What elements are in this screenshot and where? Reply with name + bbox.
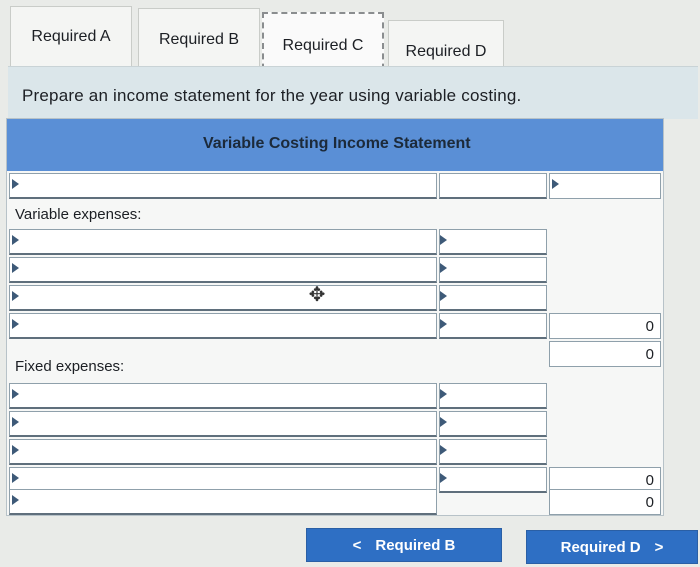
line-item-input[interactable] <box>9 173 437 199</box>
total-cell <box>549 439 661 465</box>
table-row <box>7 437 663 465</box>
previous-required-button[interactable]: < Required B <box>306 528 502 562</box>
amount-input[interactable] <box>439 411 547 437</box>
dropdown-marker-icon <box>440 445 447 455</box>
tab-required-b[interactable]: Required B <box>138 8 260 70</box>
section-label: Fixed expenses: <box>15 357 125 375</box>
fixed-expenses-label: Fixed expenses: <box>9 353 437 379</box>
dropdown-marker-icon <box>440 235 447 245</box>
dropdown-marker-icon <box>440 263 447 273</box>
instruction-text: Prepare an income statement for the year… <box>22 86 522 105</box>
table-row: 0 <box>7 487 663 515</box>
total-value: 0 <box>645 317 654 335</box>
dropdown-marker-icon <box>440 291 447 301</box>
statement-title: Variable Costing Income Statement <box>203 135 471 152</box>
line-item-input[interactable] <box>9 439 437 465</box>
dropdown-marker-icon <box>12 495 19 505</box>
table-row <box>7 409 663 437</box>
table-row <box>7 227 663 255</box>
dropdown-marker-icon <box>12 473 19 483</box>
amount-input[interactable] <box>439 439 547 465</box>
statement-header: Variable Costing Income Statement <box>7 119 663 171</box>
move-cursor-icon: ✥ <box>308 284 326 306</box>
total-output: 0 <box>549 489 661 515</box>
dropdown-marker-icon <box>12 389 19 399</box>
amount-input[interactable] <box>439 285 547 311</box>
chevron-left-icon: < <box>352 536 362 554</box>
table-row: 0 <box>7 311 663 339</box>
variable-expenses-label: Variable expenses: <box>9 201 437 227</box>
line-item-input[interactable] <box>9 383 437 409</box>
table-row: Fixed expenses: <box>7 351 663 379</box>
line-item-input[interactable] <box>9 313 437 339</box>
total-value: 0 <box>645 493 654 511</box>
previous-button-label: Required B <box>375 536 456 554</box>
line-item-input[interactable] <box>9 229 437 255</box>
table-row <box>7 381 663 409</box>
dropdown-marker-icon <box>12 319 19 329</box>
amount-input[interactable] <box>439 313 547 339</box>
dropdown-marker-icon <box>12 417 19 427</box>
total-cell <box>549 285 661 311</box>
line-item-input[interactable] <box>9 411 437 437</box>
tab-required-a[interactable]: Required A <box>10 6 132 66</box>
amount-cell <box>439 201 547 227</box>
total-value: 0 <box>645 471 654 489</box>
amount-input[interactable] <box>439 173 547 199</box>
income-statement-table: Variable Costing Income Statement Variab… <box>6 118 664 516</box>
total-cell <box>549 257 661 283</box>
dropdown-marker-icon <box>12 179 19 189</box>
dropdown-marker-icon <box>12 235 19 245</box>
amount-cell <box>439 489 547 515</box>
dropdown-marker-icon <box>440 417 447 427</box>
total-input[interactable] <box>549 173 661 199</box>
dropdown-marker-icon <box>440 319 447 329</box>
dropdown-marker-icon <box>12 263 19 273</box>
table-row <box>7 283 663 311</box>
amount-input[interactable] <box>439 383 547 409</box>
table-row <box>7 255 663 283</box>
line-item-input[interactable] <box>9 285 437 311</box>
total-cell <box>549 411 661 437</box>
dropdown-marker-icon <box>552 179 559 189</box>
total-output: 0 <box>549 313 661 339</box>
next-required-button[interactable]: Required D > <box>526 530 698 564</box>
dropdown-marker-icon <box>12 291 19 301</box>
next-button-label: Required D <box>560 538 641 556</box>
dropdown-marker-icon <box>12 445 19 455</box>
total-cell <box>549 383 661 409</box>
table-row <box>7 171 663 199</box>
section-label: Variable expenses: <box>15 205 142 223</box>
dropdown-marker-icon <box>440 473 447 483</box>
chevron-right-icon: > <box>654 538 664 556</box>
line-item-input[interactable] <box>9 257 437 283</box>
line-item-input[interactable] <box>9 489 437 515</box>
total-cell <box>549 229 661 255</box>
amount-input[interactable] <box>439 229 547 255</box>
amount-input[interactable] <box>439 257 547 283</box>
table-row: Variable expenses: <box>7 199 663 227</box>
dropdown-marker-icon <box>440 389 447 399</box>
total-cell <box>549 201 661 227</box>
